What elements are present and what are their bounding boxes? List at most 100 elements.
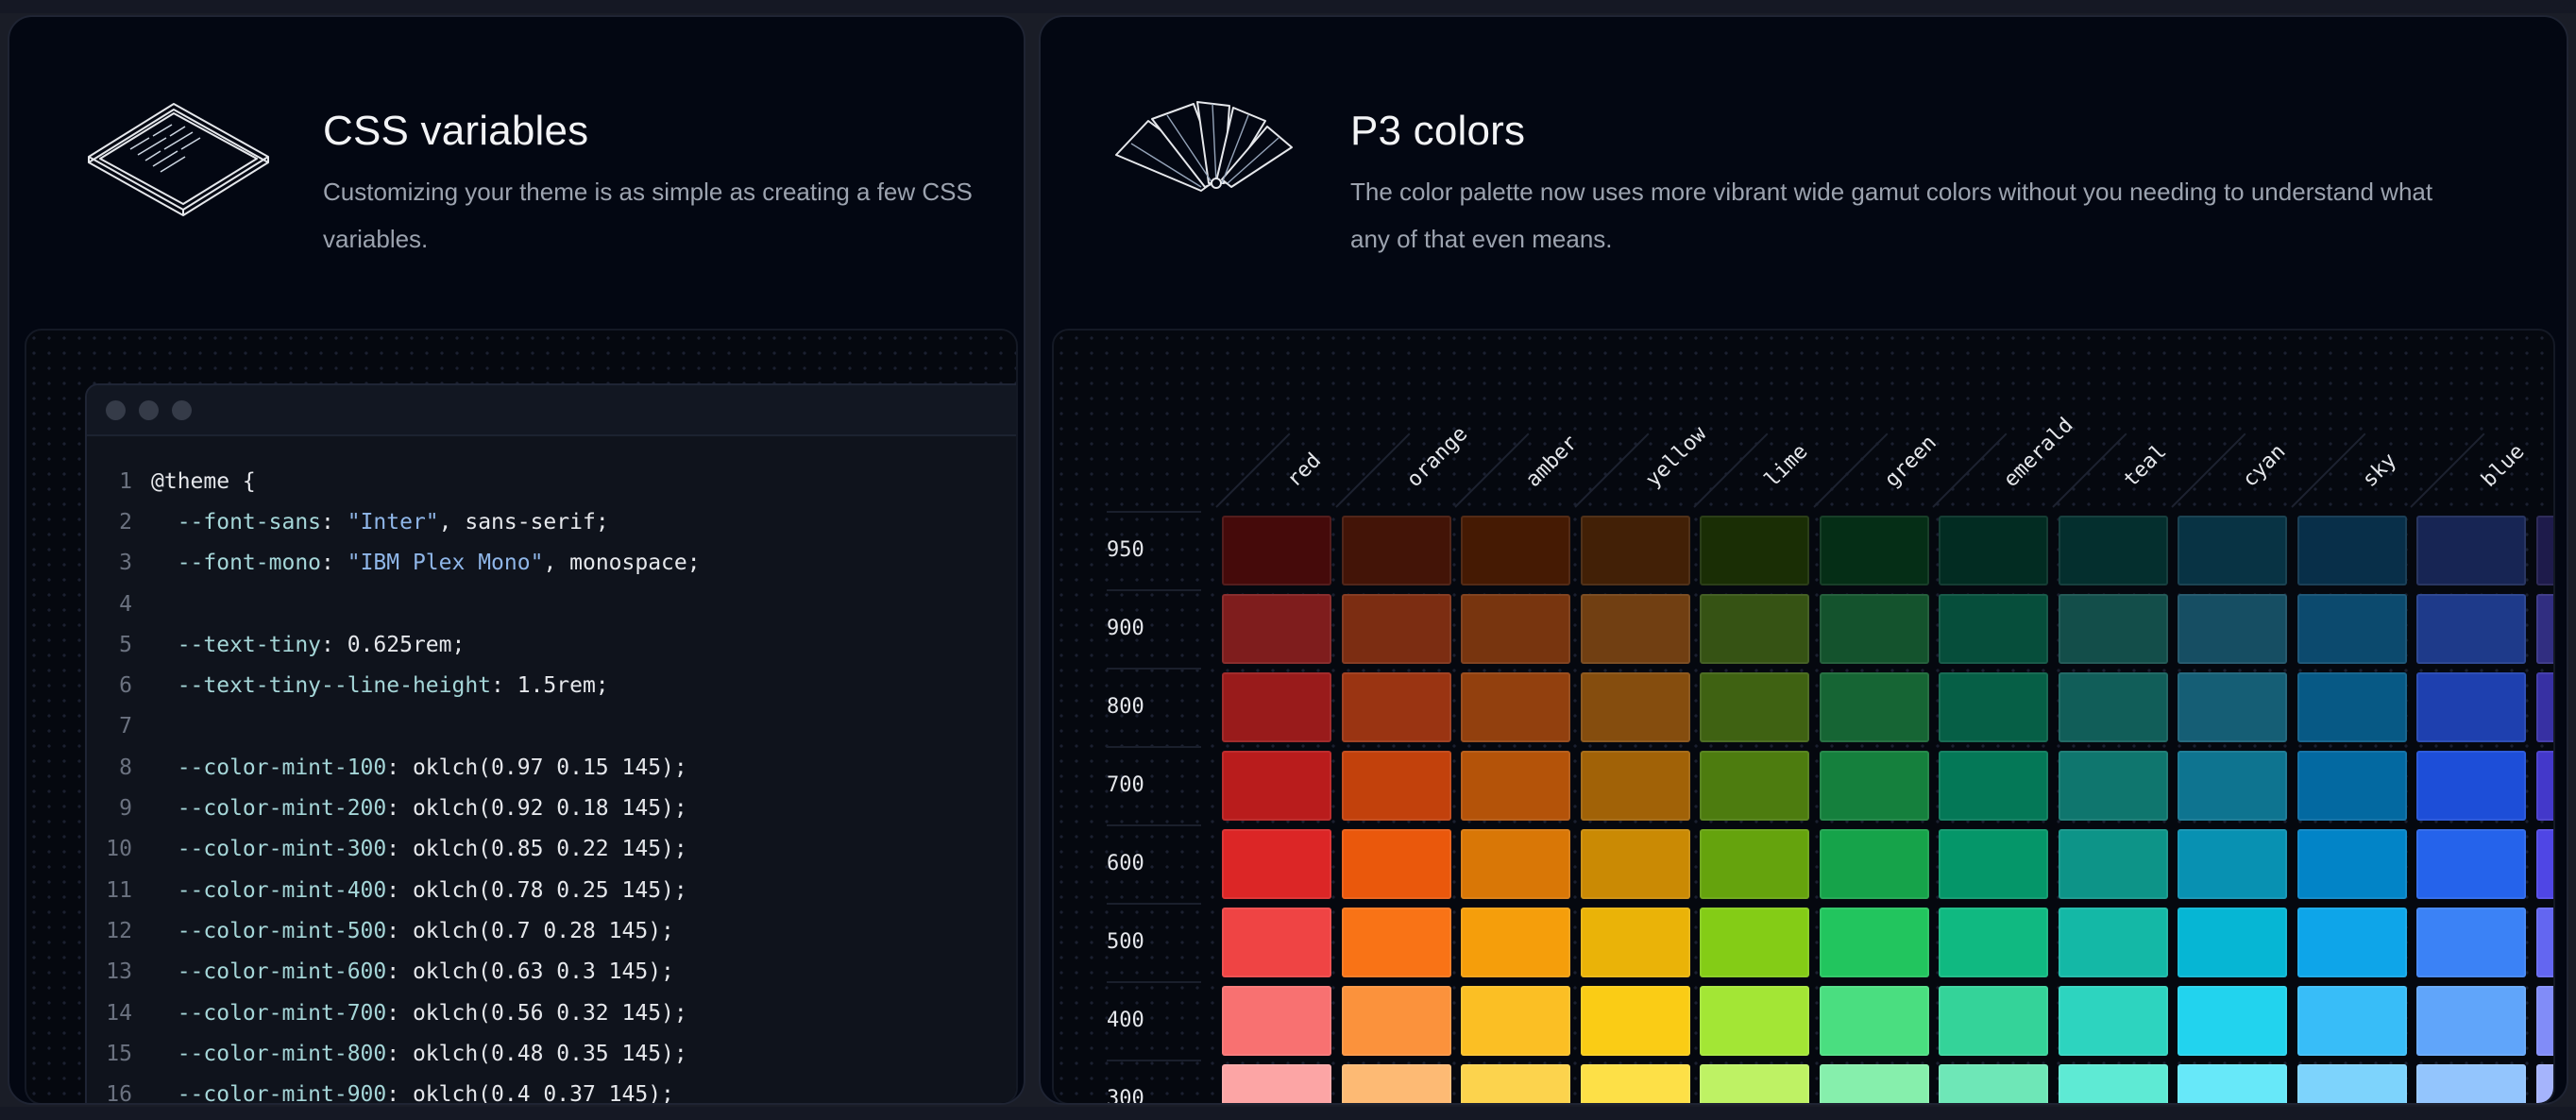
code-text: --color-mint-400: oklch(0.78 0.25 145); (151, 878, 687, 903)
swatch-yellow-950 (1580, 516, 1690, 585)
code-text: --color-mint-800: oklch(0.48 0.35 145); (151, 1042, 687, 1066)
swatch-red-800 (1222, 672, 1331, 742)
column-label-red: red (1282, 449, 1327, 492)
code-line: 5 --text-tiny: 0.625rem; (87, 624, 1016, 665)
code-text: --color-mint-500: oklch(0.7 0.28 145); (151, 919, 674, 943)
code-text: --font-sans: "Inter", sans-serif; (151, 510, 609, 535)
swatch-blue-800 (2416, 672, 2526, 742)
swatch-green-500 (1819, 908, 1929, 977)
swatch-lime-700 (1700, 751, 1809, 821)
swatch-partial-500 (2535, 908, 2553, 977)
swatch-yellow-600 (1580, 829, 1690, 899)
column-label-orange: orange (1401, 422, 1472, 492)
code-token: --color-mint-100 (151, 755, 387, 780)
code-line: 16 --color-mint-900: oklch(0.4 0.37 145)… (87, 1074, 1016, 1103)
swatch-lime-400 (1700, 986, 1809, 1056)
line-number: 2 (119, 509, 132, 535)
swatch-red-600 (1222, 829, 1331, 899)
row-guide-line (1107, 824, 1201, 826)
color-swatch-fan-icon (1115, 101, 1293, 192)
column-guide-line (2410, 433, 2485, 508)
swatch-blue-400 (2416, 986, 2526, 1056)
swatch-blue-600 (2416, 829, 2526, 899)
code-line: 14 --color-mint-700: oklch(0.56 0.32 145… (87, 993, 1016, 1033)
code-token: : 0.625rem; (321, 632, 466, 657)
swatch-lime-300 (1700, 1064, 1809, 1103)
swatch-emerald-500 (1939, 908, 2048, 977)
swatch-amber-400 (1461, 986, 1570, 1056)
column-guide-line (2171, 433, 2246, 508)
swatch-partial-900 (2535, 594, 2553, 664)
swatch-blue-500 (2416, 908, 2526, 977)
row-guide-line (1107, 668, 1201, 670)
line-number: 6 (119, 673, 132, 699)
swatch-partial-950 (2535, 516, 2553, 585)
code-token: : oklch(0.97 0.15 145); (386, 755, 687, 780)
swatch-green-400 (1819, 986, 1929, 1056)
swatch-green-800 (1819, 672, 1929, 742)
code-text: --font-mono: "IBM Plex Mono", monospace; (151, 551, 701, 575)
palette-preview-area: red orange amber yellow lime green emerald teal… (1052, 329, 2555, 1105)
swatch-green-700 (1819, 751, 1929, 821)
swatch-red-900 (1222, 594, 1331, 664)
swatch-emerald-400 (1939, 986, 2048, 1056)
swatch-yellow-300 (1580, 1064, 1690, 1103)
code-block: 1 @theme {2 --font-sans: "Inter", sans-se… (87, 436, 1016, 1103)
swatch-amber-600 (1461, 829, 1570, 899)
column-guide-line (1932, 433, 2008, 508)
code-token: : (321, 551, 347, 576)
code-line: 9 --color-mint-200: oklch(0.92 0.18 145)… (87, 788, 1016, 828)
column-guide-line (1573, 433, 1649, 508)
swatch-red-500 (1222, 908, 1331, 977)
code-token: --text-tiny (151, 632, 322, 657)
code-token: "Inter" (347, 509, 439, 535)
swatch-teal-600 (2058, 829, 2168, 899)
window-minimize-dot-icon (139, 399, 159, 420)
code-token: "IBM Plex Mono" (347, 551, 544, 576)
swatch-cyan-600 (2178, 829, 2287, 899)
code-text: --color-mint-200: oklch(0.92 0.18 145); (151, 796, 687, 821)
line-number: 1 (119, 468, 132, 494)
p3-colors-card: P3 colors The color palette now uses mor… (1039, 15, 2568, 1105)
swatch-emerald-600 (1939, 829, 2048, 899)
line-number: 3 (119, 551, 132, 576)
editor-titlebar (87, 385, 1016, 436)
column-label-teal: teal (2118, 439, 2171, 492)
code-line: 2 --font-sans: "Inter", sans-serif; (87, 501, 1016, 542)
swatch-amber-500 (1461, 908, 1570, 977)
code-token: --text-tiny--line-height (151, 673, 492, 699)
code-preview-area: 1 @theme {2 --font-sans: "Inter", sans-se… (25, 329, 1018, 1103)
swatch-orange-900 (1341, 594, 1451, 664)
swatch-cyan-400 (2178, 986, 2287, 1056)
column-label-emerald: emerald (1999, 413, 2078, 492)
swatch-orange-500 (1341, 908, 1451, 977)
code-editor-window: 1 @theme {2 --font-sans: "Inter", sans-se… (85, 383, 1016, 1103)
row-label-700: 700 (1107, 773, 1144, 797)
column-label-cyan: cyan (2238, 439, 2291, 492)
code-text: --color-mint-300: oklch(0.85 0.22 145); (151, 837, 687, 861)
swatch-partial-400 (2535, 986, 2553, 1056)
code-token: : oklch(0.56 0.32 145); (386, 1000, 687, 1026)
swatch-sky-400 (2296, 986, 2407, 1056)
window-close-dot-icon (106, 399, 126, 420)
code-token: --font-sans (151, 509, 322, 535)
swatch-orange-800 (1341, 672, 1451, 742)
swatch-green-300 (1819, 1064, 1929, 1103)
swatch-orange-700 (1341, 751, 1451, 821)
code-line: 8 --color-mint-100: oklch(0.97 0.15 145)… (87, 747, 1016, 788)
swatch-cyan-300 (2178, 1064, 2287, 1103)
code-token: : oklch(0.92 0.18 145); (386, 796, 687, 822)
swatch-partial-300 (2535, 1064, 2553, 1103)
code-text: --color-mint-100: oklch(0.97 0.15 145); (151, 755, 687, 780)
code-line: 11 --color-mint-400: oklch(0.78 0.25 145… (87, 870, 1016, 910)
row-label-600: 600 (1107, 852, 1144, 875)
line-number: 4 (119, 591, 132, 617)
swatch-emerald-900 (1939, 594, 2048, 664)
code-text: --color-mint-600: oklch(0.63 0.3 145); (151, 959, 674, 984)
css-variables-card: CSS variables Customizing your theme is … (8, 15, 1025, 1105)
line-number: 12 (106, 918, 132, 943)
row-label-300: 300 (1107, 1087, 1144, 1105)
swatch-green-600 (1819, 829, 1929, 899)
line-number: 14 (106, 1000, 132, 1026)
swatch-teal-950 (2058, 516, 2168, 585)
